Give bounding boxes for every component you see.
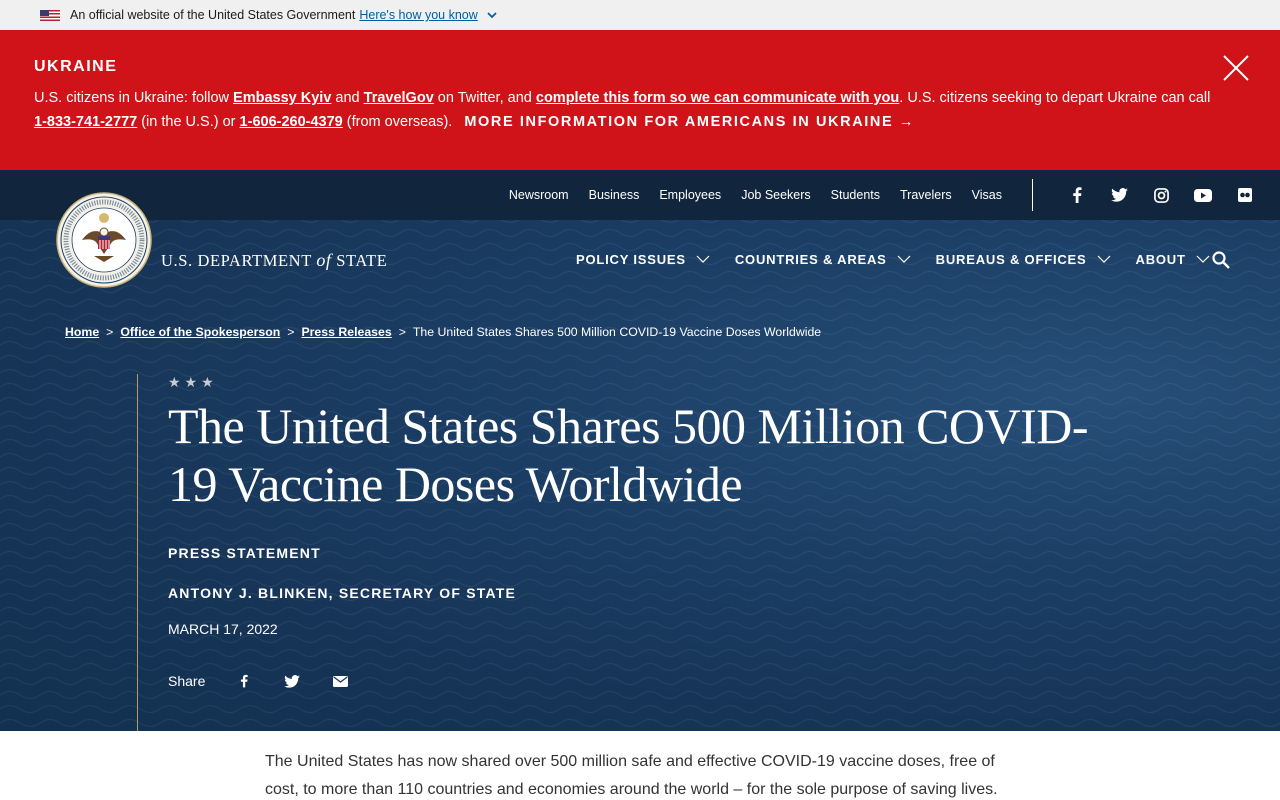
ukraine-more-info-link[interactable]: MORE INFORMATION FOR AMERICANS IN UKRAIN…	[464, 114, 915, 130]
alert-text: . U.S. citizens seeking to depart Ukrain…	[899, 90, 1211, 106]
embassy-kyiv-link[interactable]: Embassy Kyiv	[233, 90, 331, 106]
alert-text: (from overseas).	[342, 114, 453, 130]
nav-bureaus-offices[interactable]: BUREAUS & OFFICES	[936, 252, 1111, 267]
share-bar: Share	[168, 673, 1137, 689]
wordmark-part: STATE	[331, 251, 388, 270]
hero-header: Newsroom Business Employees Job Seekers …	[0, 170, 1280, 731]
nav-label: POLICY ISSUES	[576, 252, 686, 267]
chevron-down-icon	[1097, 255, 1110, 263]
page-title: The United States Shares 500 Million COV…	[168, 398, 1089, 512]
breadcrumb-home[interactable]: Home	[65, 325, 99, 339]
chevron-down-icon	[696, 255, 710, 263]
utility-link-employees[interactable]: Employees	[659, 188, 721, 202]
wordmark-of: of	[316, 250, 332, 270]
breadcrumb-spokesperson[interactable]: Office of the Spokesperson	[120, 325, 280, 339]
breadcrumb-separator: >	[106, 325, 114, 339]
alert-text: on Twitter, and	[433, 90, 536, 106]
youtube-icon[interactable]	[1182, 188, 1224, 202]
share-label: Share	[168, 673, 206, 689]
gov-banner-text: An official website of the United States…	[70, 8, 356, 22]
share-facebook-icon[interactable]	[235, 673, 253, 689]
chevron-down-icon	[1196, 255, 1210, 263]
chevron-down-icon	[897, 255, 911, 263]
breadcrumb-press-releases[interactable]: Press Releases	[301, 325, 391, 339]
share-twitter-icon[interactable]	[283, 673, 301, 689]
nav-label: BUREAUS & OFFICES	[935, 252, 1087, 267]
breadcrumb-separator: >	[287, 325, 295, 339]
nav-countries-areas[interactable]: COUNTRIES & AREAS	[735, 252, 911, 267]
chevron-down-icon[interactable]	[486, 9, 498, 21]
travelgov-link[interactable]: TravelGov	[364, 90, 434, 106]
main-nav: POLICY ISSUES COUNTRIES & AREAS BUREAUS …	[576, 252, 1235, 267]
utility-link-business[interactable]: Business	[589, 188, 640, 202]
article-body: The United States has now shared over 50…	[265, 753, 998, 798]
alert-text: and	[331, 90, 364, 106]
department-wordmark[interactable]: U.S. DEPARTMENT of STATE	[161, 250, 387, 271]
contact-form-link[interactable]: complete this form so we can communicate…	[536, 90, 899, 106]
article-header: ★★★ The United States Shares 500 Million…	[137, 374, 1137, 731]
wordmark-part: U.S. DEPARTMENT	[161, 251, 317, 270]
alert-title: UKRAINE	[34, 58, 118, 75]
article-type: PRESS STATEMENT	[168, 545, 321, 561]
how-you-know-link[interactable]: Here's how you know	[359, 8, 477, 22]
department-seal-logo[interactable]	[56, 192, 152, 288]
phone-overseas-link[interactable]: 1-606-260-4379	[240, 114, 343, 130]
facebook-icon[interactable]	[1056, 187, 1098, 203]
gov-banner: An official website of the United States…	[0, 0, 1280, 30]
utility-link-visas[interactable]: Visas	[972, 188, 1002, 202]
close-icon[interactable]	[1222, 54, 1250, 82]
twitter-icon[interactable]	[1098, 188, 1140, 202]
breadcrumb-current: The United States Shares 500 Million COV…	[412, 325, 822, 339]
alert-text: (in the U.S.) or	[137, 114, 240, 130]
phone-us-link[interactable]: 1-833-741-2777	[34, 114, 137, 130]
utility-divider	[1032, 179, 1033, 211]
nav-about[interactable]: ABOUT	[1136, 252, 1210, 267]
flickr-icon[interactable]	[1224, 188, 1266, 202]
search-icon[interactable]	[1211, 250, 1231, 270]
ukraine-alert: UKRAINE U.S. citizens in Ukraine: follow…	[0, 30, 1280, 170]
stars-decoration: ★★★	[168, 374, 218, 390]
alert-text: U.S. citizens in Ukraine: follow	[34, 90, 234, 106]
utility-link-newsroom[interactable]: Newsroom	[509, 188, 569, 202]
utility-nav: Newsroom Business Employees Job Seekers …	[509, 170, 1002, 220]
utility-link-students[interactable]: Students	[831, 188, 880, 202]
nav-policy-issues[interactable]: POLICY ISSUES	[576, 252, 710, 267]
breadcrumb-separator: >	[398, 325, 406, 339]
article-date: MARCH 17, 2022	[168, 621, 278, 637]
utility-link-job-seekers[interactable]: Job Seekers	[741, 188, 810, 202]
nav-label: COUNTRIES & AREAS	[734, 252, 887, 267]
social-links	[1056, 170, 1266, 220]
article-author: ANTONY J. BLINKEN, SECRETARY OF STATE	[168, 585, 517, 601]
alert-body: U.S. citizens in Ukraine: follow Embassy…	[34, 86, 1214, 134]
nav-label: ABOUT	[1135, 252, 1186, 267]
share-email-icon[interactable]	[331, 673, 349, 689]
instagram-icon[interactable]	[1140, 187, 1182, 203]
breadcrumb: Home > Office of the Spokesperson > Pres…	[65, 325, 821, 339]
utility-link-travelers[interactable]: Travelers	[900, 188, 952, 202]
us-flag-icon	[40, 9, 60, 21]
